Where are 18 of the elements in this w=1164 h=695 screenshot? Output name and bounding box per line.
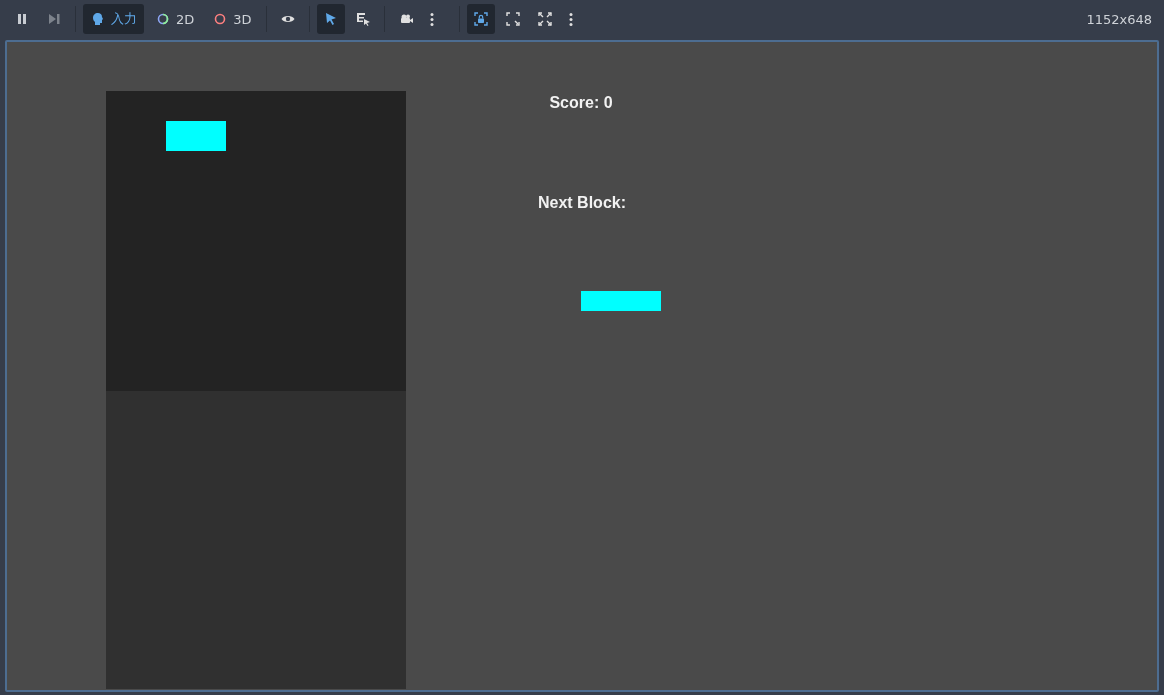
- ring-icon: [155, 11, 171, 27]
- next-block-label: Next Block:: [538, 194, 626, 212]
- falling-block: [166, 121, 226, 151]
- toolbar-button[interactable]: [316, 4, 345, 34]
- mode-button[interactable]: 3D: [205, 4, 259, 34]
- step-forward-icon: [46, 11, 62, 27]
- lock-icon: [472, 11, 489, 27]
- resolution-text: 1152x648: [1086, 11, 1153, 27]
- expand-icon: [504, 11, 521, 27]
- mode-button[interactable]: 入力: [83, 4, 144, 34]
- fullscreen-icon: [536, 11, 553, 27]
- more-icon: [568, 12, 573, 26]
- more-icon: [429, 12, 434, 26]
- list-pointer-icon: [354, 11, 371, 27]
- toolbar-button[interactable]: [466, 4, 495, 34]
- score-text: Score: 0: [549, 94, 613, 112]
- head-icon: [90, 11, 106, 27]
- mode-button[interactable]: 2D: [148, 4, 202, 34]
